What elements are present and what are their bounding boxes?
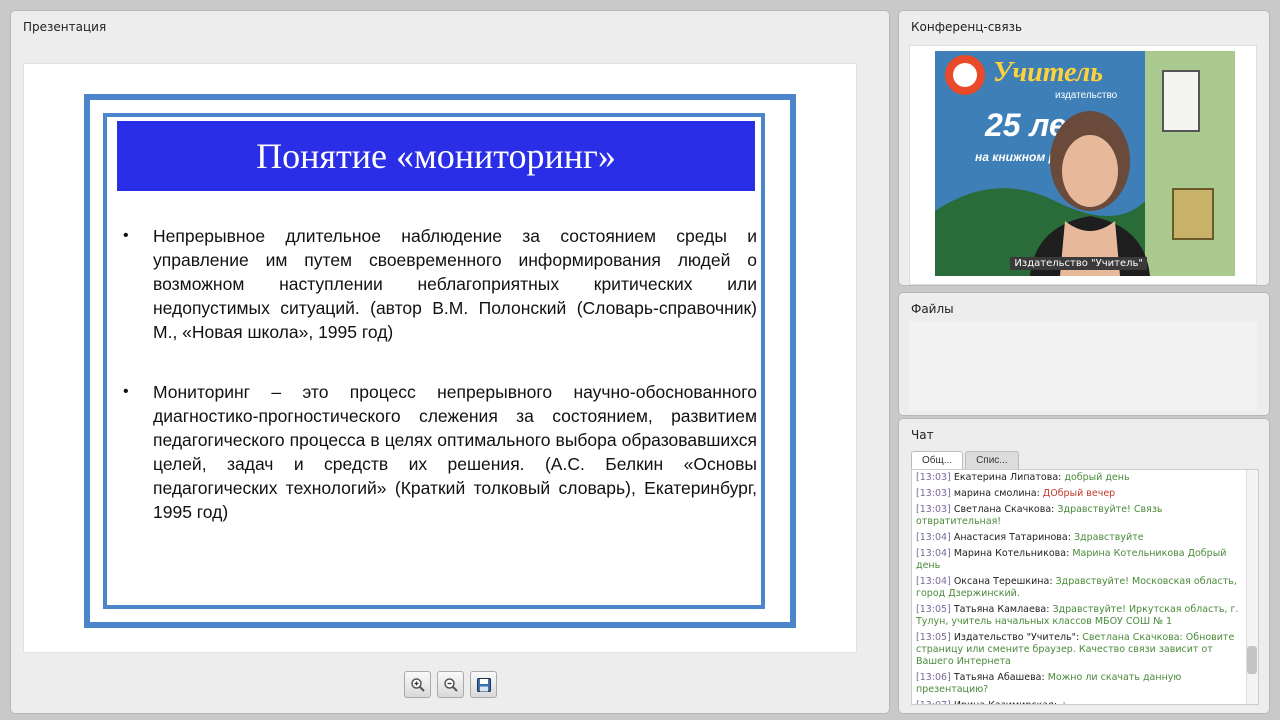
chat-message-time: [13:03] xyxy=(916,472,951,483)
bullet-dot: • xyxy=(123,227,129,244)
chat-tabs: Общ... Спис... xyxy=(911,451,1019,469)
webcam-video-image: Учитель издательство 25 лет на книжном р… xyxy=(935,51,1235,276)
chat-scrollbar[interactable] xyxy=(1246,470,1258,704)
conference-panel: Конференц-связь Учитель издательство 25 … xyxy=(898,10,1270,286)
slide-bullet-text: Мониторинг – это процесс непрерывного на… xyxy=(153,382,757,522)
video-container: Учитель издательство 25 лет на книжном р… xyxy=(909,45,1257,285)
chat-message-time: [13:04] xyxy=(916,576,951,587)
presentation-panel-title: Презентация xyxy=(23,20,107,34)
chat-message-author: Оксана Терешкина xyxy=(953,576,1050,587)
tab-list[interactable]: Спис... xyxy=(965,451,1019,469)
chat-message-text: Здравствуйте xyxy=(1073,532,1144,543)
chat-panel-title: Чат xyxy=(911,428,934,442)
banner-sub-text: издательство xyxy=(1055,90,1118,101)
chat-panel: Чат Общ... Спис... [13:03] Екатерина Лип… xyxy=(898,418,1270,714)
chat-message-text: + xyxy=(1060,700,1068,704)
chat-message-text: добрый день xyxy=(1064,472,1130,483)
chat-message-text: ДОбрый вечер xyxy=(1042,488,1116,499)
chat-message-time: [13:05] xyxy=(916,632,951,643)
save-icon xyxy=(476,677,491,692)
chat-message-author: Издательство "Учитель" xyxy=(953,632,1076,643)
chat-message: [13:05] Татьяна Камлаева: Здравствуйте! … xyxy=(912,602,1258,630)
chat-message-time: [13:05] xyxy=(916,604,951,615)
slide-bullet-2: • Мониторинг – это процесс непрерывного … xyxy=(123,380,757,524)
zoom-in-icon xyxy=(410,677,425,692)
chat-message-time: [13:03] xyxy=(916,504,951,515)
chat-message: [13:03] Светлана Скачкова: Здравствуйте!… xyxy=(912,502,1258,530)
chat-message-time: [13:06] xyxy=(916,672,951,683)
chat-message-time: [13:03] xyxy=(916,488,951,499)
zoom-out-icon xyxy=(443,677,458,692)
presentation-panel: Презентация Понятие «мониторинг» • Непре… xyxy=(10,10,890,714)
slide: Понятие «мониторинг» • Непрерывное длите… xyxy=(84,94,796,628)
presentation-toolbar xyxy=(404,671,497,698)
bullet-dot: • xyxy=(123,383,129,400)
chat-message-time: [13:04] xyxy=(916,532,951,543)
slide-inner-frame: Понятие «мониторинг» • Непрерывное длите… xyxy=(103,113,765,609)
webcam-video[interactable]: Учитель издательство 25 лет на книжном р… xyxy=(935,51,1235,276)
chat-message: [13:03] Екатерина Липатова: добрый день xyxy=(912,470,1258,486)
chat-message-author: Анастасия Татаринова xyxy=(953,532,1068,543)
files-list[interactable] xyxy=(909,321,1257,411)
files-panel: Файлы xyxy=(898,292,1270,416)
save-button[interactable] xyxy=(470,671,497,698)
chat-message-author: Татьяна Камлаева xyxy=(953,604,1047,615)
chat-message: [13:07] Ирина Казимирская: + xyxy=(912,698,1258,704)
chat-message: [13:03] марина смолина: ДОбрый вечер xyxy=(912,486,1258,502)
chat-message-author: Светлана Скачкова xyxy=(953,504,1052,515)
chat-messages: [13:03] Екатерина Липатова: добрый день[… xyxy=(912,470,1258,704)
chat-message: [13:04] Марина Котельникова: Марина Коте… xyxy=(912,546,1258,574)
chat-message: [13:05] Издательство "Учитель": Светлана… xyxy=(912,630,1258,670)
chat-message-author: Татьяна Абашева xyxy=(953,672,1042,683)
chat-message-author: марина смолина xyxy=(953,488,1037,499)
conference-panel-title: Конференц-связь xyxy=(911,20,1023,34)
chat-message-author: Ирина Казимирская xyxy=(954,700,1054,704)
slide-viewer[interactable]: Понятие «мониторинг» • Непрерывное длите… xyxy=(23,63,857,653)
banner-logo-text: Учитель xyxy=(993,57,1103,88)
chat-message-author: Екатерина Липатова xyxy=(953,472,1059,483)
chat-message-time: [13:04] xyxy=(916,548,951,559)
tab-general[interactable]: Общ... xyxy=(911,451,964,469)
video-caption: Издательство "Учитель" xyxy=(1010,257,1147,270)
zoom-in-button[interactable] xyxy=(404,671,431,698)
files-panel-title: Файлы xyxy=(911,302,954,316)
slide-bullet-text: Непрерывное длительное наблюдение за сос… xyxy=(153,226,757,342)
slide-bullet-1: • Непрерывное длительное наблюдение за с… xyxy=(123,224,757,344)
zoom-out-button[interactable] xyxy=(437,671,464,698)
chat-log[interactable]: [13:03] Екатерина Липатова: добрый день[… xyxy=(911,469,1259,705)
chat-message: [13:06] Татьяна Абашева: Можно ли скачат… xyxy=(912,670,1258,698)
chat-message-time: [13:07] xyxy=(916,700,951,704)
slide-title: Понятие «мониторинг» xyxy=(117,121,755,191)
chat-message: [13:04] Анастасия Татаринова: Здравствуй… xyxy=(912,530,1258,546)
chat-message-author: Марина Котельникова xyxy=(953,548,1067,559)
chat-scrollbar-thumb[interactable] xyxy=(1247,646,1257,674)
chat-message: [13:04] Оксана Терешкина: Здравствуйте! … xyxy=(912,574,1258,602)
